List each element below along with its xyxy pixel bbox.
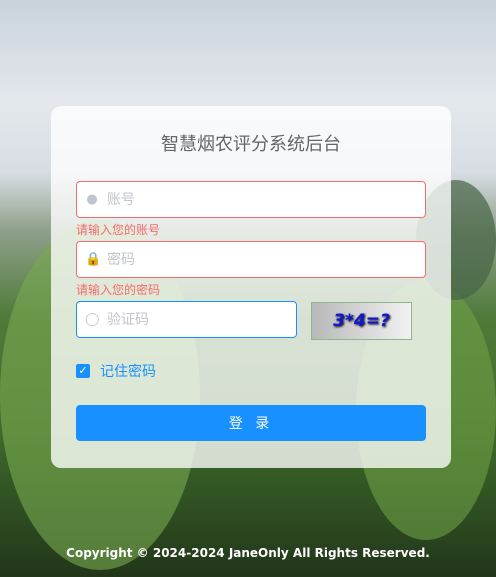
page-title: 智慧烟农评分系统后台 bbox=[161, 134, 341, 155]
username-field[interactable]: ● bbox=[76, 181, 426, 218]
footer-copyright: Copyright © 2024-2024 JaneOnly All Right… bbox=[66, 546, 430, 560]
user-icon: ● bbox=[86, 192, 98, 207]
login-card: 智慧烟农评分系统后台 ● 请输入您的账号 🔒 请输入您的密码 ◯ 3*4=? ✓… bbox=[51, 106, 451, 468]
captcha-input[interactable] bbox=[107, 302, 283, 337]
username-error: 请输入您的账号 bbox=[76, 223, 161, 237]
username-input[interactable] bbox=[107, 182, 386, 217]
remember-label[interactable]: 记住密码 bbox=[100, 361, 156, 381]
lock-icon: 🔒 bbox=[85, 252, 102, 267]
captcha-image[interactable]: 3*4=? bbox=[311, 302, 412, 340]
remember-checkbox[interactable]: ✓ bbox=[76, 364, 90, 378]
captcha-field[interactable]: ◯ bbox=[76, 301, 297, 338]
password-error: 请输入您的密码 bbox=[76, 283, 161, 297]
password-field[interactable]: 🔒 bbox=[76, 241, 426, 278]
shield-icon: ◯ bbox=[85, 312, 100, 327]
login-button[interactable]: 登 录 bbox=[76, 405, 426, 441]
password-input[interactable] bbox=[107, 242, 386, 277]
